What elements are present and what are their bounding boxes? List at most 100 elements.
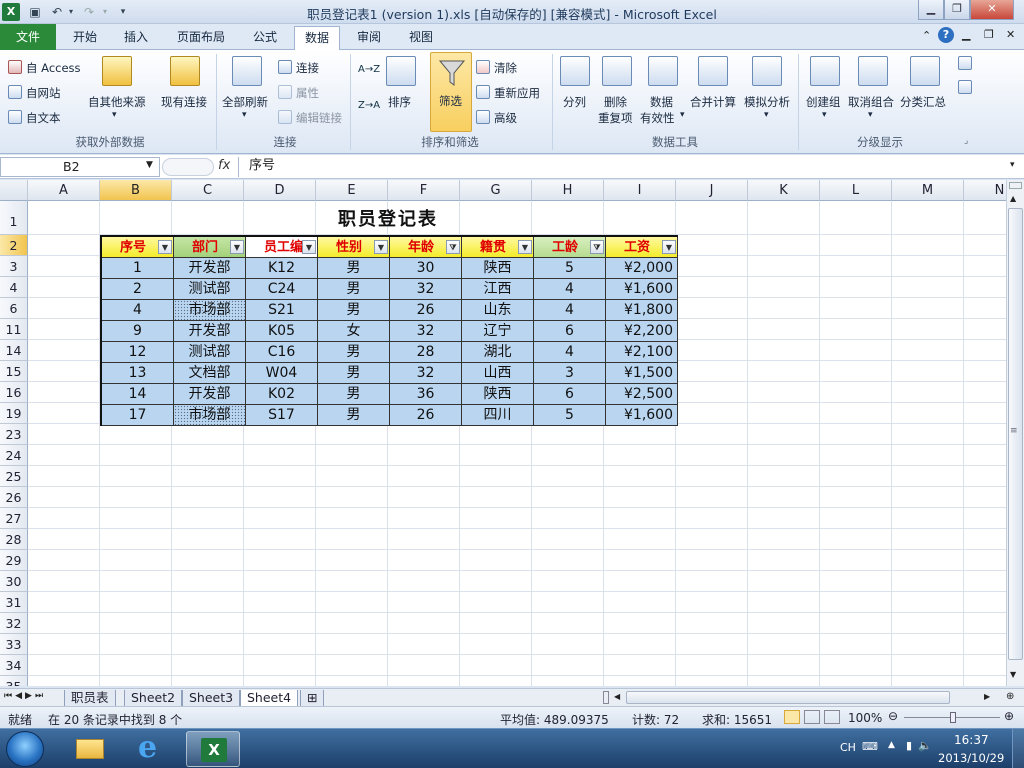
row-header[interactable]: 24: [0, 445, 28, 466]
column-header-cell[interactable]: 性别 ▼: [318, 237, 390, 258]
column-header-cell[interactable]: 部门 ▼: [174, 237, 246, 258]
table-cell[interactable]: 1: [102, 258, 174, 279]
collapse-ribbon-icon[interactable]: ⌃: [922, 29, 931, 42]
tab-page-layout[interactable]: 页面布局: [166, 26, 236, 50]
table-cell[interactable]: K02: [246, 384, 318, 405]
column-header-f[interactable]: F: [388, 180, 460, 201]
table-cell[interactable]: 辽宁: [462, 321, 534, 342]
zoom-in-icon[interactable]: ⊕: [1004, 709, 1014, 723]
zoom-slider-thumb[interactable]: [950, 712, 956, 723]
table-cell[interactable]: 6: [534, 321, 606, 342]
tab-file[interactable]: 文件: [0, 24, 56, 50]
worksheet-grid[interactable]: A B C D E F G H I J K L M N 1 2 3 4 6 11 14 15 1…: [0, 180, 1006, 686]
table-cell[interactable]: 开发部: [174, 384, 246, 405]
sort-az-button[interactable]: A→Z: [358, 64, 380, 75]
table-cell[interactable]: 开发部: [174, 258, 246, 279]
table-cell[interactable]: C16: [246, 342, 318, 363]
ie-taskbar-icon[interactable]: e: [124, 731, 178, 767]
remove-duplicates-line1[interactable]: 删除: [604, 94, 627, 110]
normal-view-icon[interactable]: [784, 710, 800, 724]
tab-review[interactable]: 审阅: [346, 26, 392, 50]
row-header[interactable]: 1: [0, 201, 28, 235]
table-cell[interactable]: 山东: [462, 300, 534, 321]
ungroup-button[interactable]: 取消组合: [848, 94, 894, 110]
tab-data[interactable]: 数据: [294, 26, 340, 50]
column-header-c[interactable]: C: [172, 180, 244, 201]
h-split-icon[interactable]: ⊕: [1006, 691, 1014, 702]
scroll-right-icon[interactable]: ▶: [984, 692, 990, 701]
help-icon[interactable]: ?: [938, 27, 954, 43]
explorer-taskbar-icon[interactable]: [62, 731, 116, 767]
sheet-tab-1[interactable]: 职员表: [64, 690, 116, 707]
page-break-view-icon[interactable]: [824, 710, 840, 724]
table-cell[interactable]: 男: [318, 405, 390, 426]
table-cell[interactable]: 市场部: [174, 405, 246, 426]
remove-duplicates-line2[interactable]: 重复项: [598, 110, 633, 126]
table-cell[interactable]: 2: [102, 279, 174, 300]
advanced-button[interactable]: 高级: [494, 110, 517, 126]
filter-active-icon[interactable]: ⧩: [590, 240, 604, 254]
table-cell[interactable]: S17: [246, 405, 318, 426]
table-cell[interactable]: 6: [534, 384, 606, 405]
column-header-e[interactable]: E: [316, 180, 388, 201]
table-cell[interactable]: 9: [102, 321, 174, 342]
row-header[interactable]: 35: [0, 676, 28, 686]
table-cell[interactable]: 男: [318, 342, 390, 363]
table-cell[interactable]: 36: [390, 384, 462, 405]
refresh-dropdown-icon[interactable]: ▾: [242, 110, 247, 120]
column-header-k[interactable]: K: [748, 180, 820, 201]
refresh-all-button[interactable]: 全部刷新: [222, 94, 268, 110]
table-cell[interactable]: S21: [246, 300, 318, 321]
zoom-level[interactable]: 100%: [848, 711, 882, 725]
table-cell[interactable]: 32: [390, 279, 462, 300]
table-cell[interactable]: 男: [318, 384, 390, 405]
other-sources-dropdown-icon[interactable]: ▾: [112, 110, 117, 120]
filter-dropdown-icon[interactable]: ▼: [158, 240, 172, 254]
table-cell[interactable]: W04: [246, 363, 318, 384]
column-header-cell[interactable]: 序号 ▼: [102, 237, 174, 258]
row-header[interactable]: 31: [0, 592, 28, 613]
outline-dialog-launcher-icon[interactable]: ⌟: [964, 136, 968, 146]
tab-formulas[interactable]: 公式: [242, 26, 288, 50]
table-cell[interactable]: 32: [390, 363, 462, 384]
row-header[interactable]: 28: [0, 529, 28, 550]
column-header-m[interactable]: M: [892, 180, 964, 201]
filter-dropdown-icon[interactable]: ▼: [374, 240, 388, 254]
network-icon[interactable]: ▮: [906, 739, 912, 752]
table-cell[interactable]: 26: [390, 300, 462, 321]
filter-dropdown-icon[interactable]: ▼: [662, 240, 676, 254]
data-validation-line1[interactable]: 数据: [650, 94, 673, 110]
table-cell[interactable]: ¥2,200: [606, 321, 678, 342]
from-other-sources-button[interactable]: 自其他来源: [88, 94, 146, 110]
edit-links-button[interactable]: 编辑链接: [296, 110, 342, 126]
table-cell[interactable]: ¥1,500: [606, 363, 678, 384]
table-cell[interactable]: 湖北: [462, 342, 534, 363]
group-dropdown-icon[interactable]: ▾: [822, 110, 827, 120]
workbook-minimize-icon[interactable]: ▁: [962, 28, 970, 41]
table-cell[interactable]: ¥2,500: [606, 384, 678, 405]
column-header-b[interactable]: B: [100, 180, 172, 201]
table-cell[interactable]: 陕西: [462, 384, 534, 405]
table-cell[interactable]: K05: [246, 321, 318, 342]
show-desktop-button[interactable]: [1012, 729, 1024, 768]
sheet-tab-3[interactable]: Sheet3: [182, 690, 241, 707]
from-access-button[interactable]: 自 Access: [26, 60, 81, 76]
table-cell[interactable]: 4: [102, 300, 174, 321]
insert-sheet-icon[interactable]: ⊞: [300, 690, 324, 707]
table-cell[interactable]: 女: [318, 321, 390, 342]
vertical-scrollbar[interactable]: ▲ ≡ ▼: [1006, 180, 1024, 686]
scroll-up-icon[interactable]: ▲: [1010, 194, 1016, 203]
row-header[interactable]: 33: [0, 634, 28, 655]
filter-dropdown-icon[interactable]: ▼: [518, 240, 532, 254]
horizontal-scroll-thumb[interactable]: [626, 691, 950, 704]
row-header[interactable]: 34: [0, 655, 28, 676]
start-button-icon[interactable]: [6, 731, 44, 767]
table-cell[interactable]: ¥1,800: [606, 300, 678, 321]
table-cell[interactable]: ¥2,000: [606, 258, 678, 279]
table-cell[interactable]: 12: [102, 342, 174, 363]
filter-active-icon[interactable]: ⧩: [446, 240, 460, 254]
table-cell[interactable]: K12: [246, 258, 318, 279]
table-cell[interactable]: 男: [318, 279, 390, 300]
table-cell[interactable]: 4: [534, 300, 606, 321]
show-hidden-icons-icon[interactable]: ▲: [888, 740, 895, 750]
